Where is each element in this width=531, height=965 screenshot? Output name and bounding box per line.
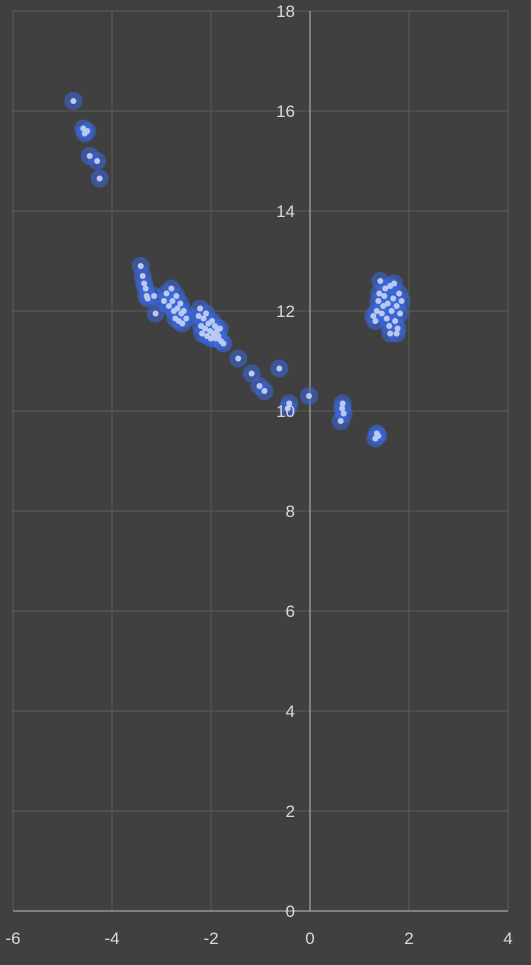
data-point <box>139 273 146 279</box>
x-tick-label: 2 <box>404 929 413 948</box>
data-point <box>174 305 181 312</box>
y-tick-label: 6 <box>286 602 295 621</box>
glow-layer <box>64 92 411 448</box>
data-point <box>137 263 144 269</box>
data-point <box>394 325 401 332</box>
data-point <box>392 318 399 324</box>
data-point <box>339 400 346 407</box>
y-tick-label: 4 <box>286 702 295 721</box>
data-point <box>169 298 176 304</box>
data-point <box>203 310 210 317</box>
data-point <box>387 283 394 289</box>
data-point <box>372 318 379 324</box>
data-point <box>261 388 268 394</box>
grid-layer <box>12 10 509 911</box>
data-point <box>381 293 388 299</box>
data-point <box>375 298 382 304</box>
data-point <box>216 325 223 332</box>
data-point <box>393 330 400 337</box>
data-point <box>96 175 103 182</box>
data-point <box>375 433 382 439</box>
data-point <box>177 300 184 307</box>
data-point <box>383 315 390 322</box>
data-point <box>256 383 263 389</box>
y-tick-label: 8 <box>286 502 295 521</box>
data-point <box>70 98 77 104</box>
y-tick-label: 18 <box>276 2 295 21</box>
x-tick-label: 4 <box>503 929 512 948</box>
data-point <box>183 315 190 322</box>
data-point <box>208 318 215 324</box>
x-tick-label: -4 <box>104 929 119 948</box>
x-tick-label: 0 <box>305 929 314 948</box>
y-tick-label: 12 <box>276 302 295 321</box>
data-point <box>387 330 394 337</box>
data-point <box>179 320 186 327</box>
data-point <box>94 158 101 164</box>
data-point <box>337 418 344 424</box>
x-tick-label: -2 <box>203 929 218 948</box>
data-point <box>393 303 400 309</box>
data-point <box>197 305 204 312</box>
data-point <box>86 153 93 159</box>
data-point <box>151 293 158 299</box>
point-layer <box>70 98 405 442</box>
tick-label-layer: -6 -4 -2 0 2 4 0 2 4 6 8 10 12 14 16 18 <box>5 2 512 948</box>
data-point <box>340 410 347 417</box>
data-point <box>173 293 180 299</box>
scatter-chart: -6 -4 -2 0 2 4 0 2 4 6 8 10 12 14 16 18 <box>5 2 512 948</box>
data-point <box>84 128 91 134</box>
data-point <box>144 295 151 302</box>
data-point <box>248 370 255 377</box>
data-point <box>152 310 159 317</box>
axis-layer <box>13 11 508 912</box>
y-tick-label: 2 <box>286 802 295 821</box>
data-point <box>388 308 395 314</box>
data-point <box>220 340 227 347</box>
data-point <box>165 303 172 309</box>
data-point <box>142 285 149 292</box>
data-point <box>163 290 170 297</box>
data-point <box>384 300 391 307</box>
y-tick-label: 0 <box>286 902 295 921</box>
data-point <box>276 365 283 372</box>
data-point <box>386 323 393 329</box>
data-point <box>378 310 385 317</box>
data-point <box>160 298 167 304</box>
data-point <box>396 290 403 297</box>
y-tick-label: 10 <box>276 402 295 421</box>
data-point <box>377 278 384 284</box>
data-point <box>168 285 175 292</box>
x-tick-label: -6 <box>5 929 20 948</box>
data-point <box>306 393 313 399</box>
y-tick-label: 14 <box>276 202 295 221</box>
y-tick-label: 16 <box>276 102 295 121</box>
data-point <box>398 298 405 304</box>
data-point <box>180 308 187 314</box>
data-point <box>397 310 404 317</box>
data-point <box>390 295 397 302</box>
data-point <box>235 355 242 362</box>
